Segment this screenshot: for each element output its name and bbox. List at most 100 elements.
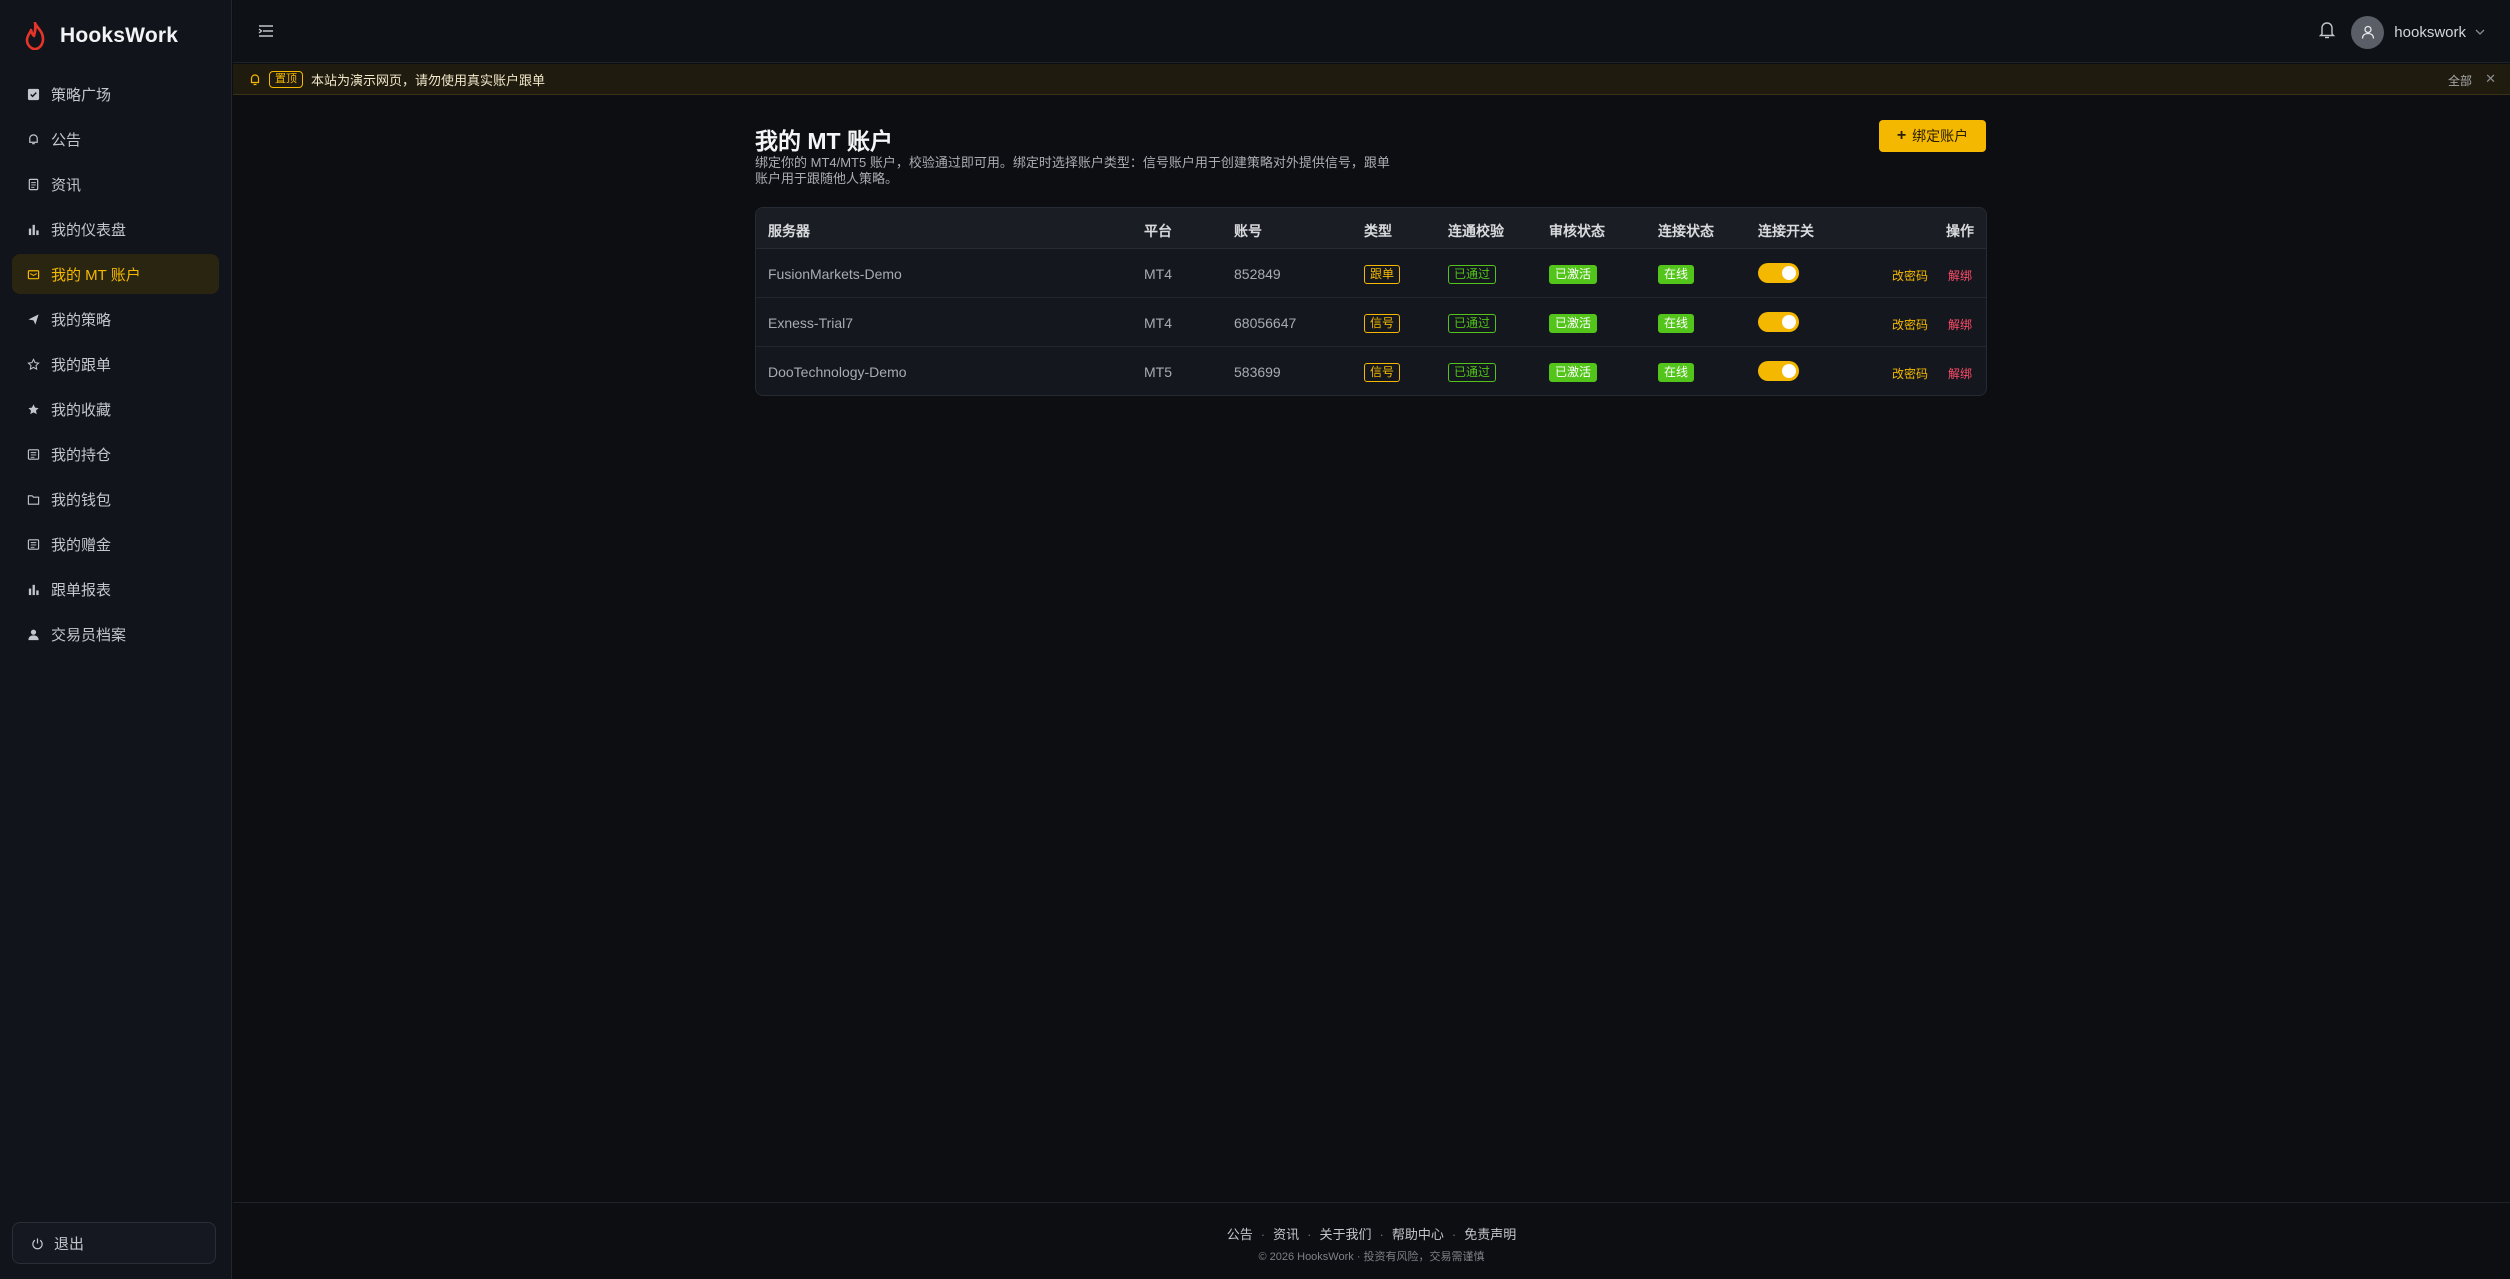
checkbox-icon (26, 87, 40, 101)
logout-button[interactable]: 退出 (12, 1222, 216, 1264)
avatar (2351, 15, 2385, 49)
copyright: © 2026 HooksWork · 投资有风险，交易需谨慎 (1258, 1251, 1485, 1263)
footer-link-announcements[interactable]: 公告 (1227, 1227, 1253, 1242)
sidebar-item-announcements[interactable]: 公告 (12, 119, 219, 159)
sidebar-item-favorites[interactable]: 我的收藏 (12, 389, 219, 429)
top-header: hookswork (233, 0, 2510, 63)
table-header: 服务器 平台 账号 类型 连通校验 审核状态 连接状态 连接开关 操作 (756, 208, 1986, 249)
bar-chart-icon (26, 222, 40, 236)
chevron-down-icon (2475, 29, 2485, 35)
col-platform: 平台 (1144, 223, 1172, 239)
connection-status-badge: 在线 (1658, 314, 1695, 333)
sidebar-item-news[interactable]: 资讯 (12, 164, 219, 204)
page-title: 我的 MT 账户 (755, 128, 893, 154)
sidebar-item-trader-profile[interactable]: 交易员档案 (12, 614, 219, 654)
verify-badge: 已通过 (1448, 265, 1497, 284)
footer-link-disclaimer[interactable]: 免责声明 (1464, 1227, 1516, 1242)
sidebar-item-label: 交易员档案 (51, 626, 127, 644)
footer-link-news[interactable]: 资讯 (1273, 1227, 1299, 1242)
sidebar-item-label: 我的跟单 (51, 356, 112, 374)
col-connection: 连接状态 (1658, 223, 1714, 239)
footer-link-help[interactable]: 帮助中心 (1392, 1227, 1444, 1242)
cell-account: 68056647 (1234, 315, 1297, 331)
type-badge: 信号 (1364, 363, 1401, 382)
bell-icon (26, 132, 40, 146)
bar-chart-icon (26, 582, 40, 596)
sidebar-item-label: 跟单报表 (51, 581, 112, 599)
change-password-link[interactable]: 改密码 (1892, 316, 1928, 333)
sidebar-item-dashboard[interactable]: 我的仪表盘 (12, 209, 219, 249)
account-card-icon (26, 267, 40, 281)
document-icon (26, 177, 40, 191)
col-verify: 连通校验 (1448, 223, 1504, 239)
sidebar-item-copy-report[interactable]: 跟单报表 (12, 569, 219, 609)
cell-account: 583699 (1234, 364, 1281, 380)
brand[interactable]: HooksWork (24, 20, 178, 52)
cell-platform: MT4 (1144, 315, 1172, 331)
close-icon[interactable]: ✕ (2485, 71, 2496, 87)
type-badge: 信号 (1364, 314, 1401, 333)
connection-toggle[interactable] (1758, 312, 1799, 332)
change-password-link[interactable]: 改密码 (1892, 365, 1928, 382)
bell-icon (250, 73, 260, 85)
sidebar-item-strategy-plaza[interactable]: 策略广场 (12, 74, 219, 114)
plus-icon: + (1896, 127, 1907, 144)
notification-bell-icon[interactable] (2318, 20, 2336, 40)
table-row: Exness-Trial7 MT4 68056647 信号 已通过 已激活 在线… (756, 298, 1986, 347)
sidebar-item-label: 我的持仓 (51, 446, 112, 464)
col-review: 审核状态 (1549, 223, 1605, 239)
cell-server: FusionMarkets-Demo (768, 266, 902, 282)
cell-server: DooTechnology-Demo (768, 364, 907, 380)
review-status-badge: 已激活 (1549, 314, 1598, 333)
accounts-table: 服务器 平台 账号 类型 连通校验 审核状态 连接状态 连接开关 操作 Fusi… (755, 207, 1987, 396)
notice-text[interactable]: 本站为演示网页，请勿使用真实账户跟单 (311, 70, 545, 89)
star-outline-icon (26, 357, 40, 371)
separator: · (1451, 1227, 1457, 1242)
type-badge: 跟单 (1364, 265, 1401, 284)
page-description: 绑定你的 MT4/MT5 账户，校验通过即可用。绑定时选择账户类型：信号账户用于… (755, 155, 1390, 186)
sidebar-item-my-copy[interactable]: 我的跟单 (12, 344, 219, 384)
user-avatar-icon (2361, 25, 2374, 39)
sidebar-item-wallet[interactable]: 我的钱包 (12, 479, 219, 519)
col-ops: 操作 (1946, 223, 1974, 239)
username: hookswork (2394, 23, 2466, 41)
separator: · (1307, 1227, 1312, 1242)
sidebar-item-bonus[interactable]: 我的赠金 (12, 524, 219, 564)
unbind-link[interactable]: 解绑 (1948, 267, 1972, 284)
user-menu[interactable]: hookswork (2351, 15, 2486, 49)
pinned-badge: 置顶 (269, 70, 303, 88)
sidebar-item-my-strategies[interactable]: 我的策略 (12, 299, 219, 339)
folder-icon (26, 492, 40, 506)
change-password-link[interactable]: 改密码 (1892, 267, 1928, 284)
logout-label: 退出 (54, 1235, 85, 1253)
send-icon (26, 312, 40, 326)
connection-toggle[interactable] (1758, 361, 1799, 381)
sidebar-item-label: 我的 MT 账户 (51, 266, 141, 284)
sidebar-item-positions[interactable]: 我的持仓 (12, 434, 219, 474)
sidebar-nav: 策略广场 公告 资讯 我的仪表盘 我的 MT 账户 我的策略 我的跟单 我的收藏… (12, 74, 219, 659)
sidebar-item-label: 我的收藏 (51, 401, 112, 419)
cell-platform: MT4 (1144, 266, 1172, 282)
bind-account-button[interactable]: + 绑定账户 (1879, 120, 1986, 152)
separator: · (1260, 1227, 1266, 1242)
flame-logo-icon (25, 22, 45, 50)
brand-name: HooksWork (60, 24, 179, 47)
user-icon (26, 627, 40, 641)
sidebar-item-label: 策略广场 (51, 86, 112, 104)
connection-status-badge: 在线 (1658, 363, 1695, 382)
sidebar-item-label: 我的赠金 (51, 536, 112, 554)
bind-account-label: 绑定账户 (1912, 128, 1969, 144)
footer-link-about[interactable]: 关于我们 (1319, 1227, 1371, 1242)
power-icon (32, 1237, 43, 1249)
cell-platform: MT5 (1144, 364, 1172, 380)
sidebar-item-mt-accounts[interactable]: 我的 MT 账户 (12, 254, 219, 294)
sidebar-item-label: 我的仪表盘 (51, 221, 127, 239)
notice-all-link[interactable]: 全部 (2448, 72, 2472, 89)
menu-toggle-icon[interactable] (257, 22, 275, 40)
verify-badge: 已通过 (1448, 363, 1497, 382)
unbind-link[interactable]: 解绑 (1948, 316, 1972, 333)
connection-toggle[interactable] (1758, 263, 1799, 283)
col-type: 类型 (1364, 223, 1392, 239)
unbind-link[interactable]: 解绑 (1948, 365, 1972, 382)
col-server: 服务器 (768, 223, 810, 239)
